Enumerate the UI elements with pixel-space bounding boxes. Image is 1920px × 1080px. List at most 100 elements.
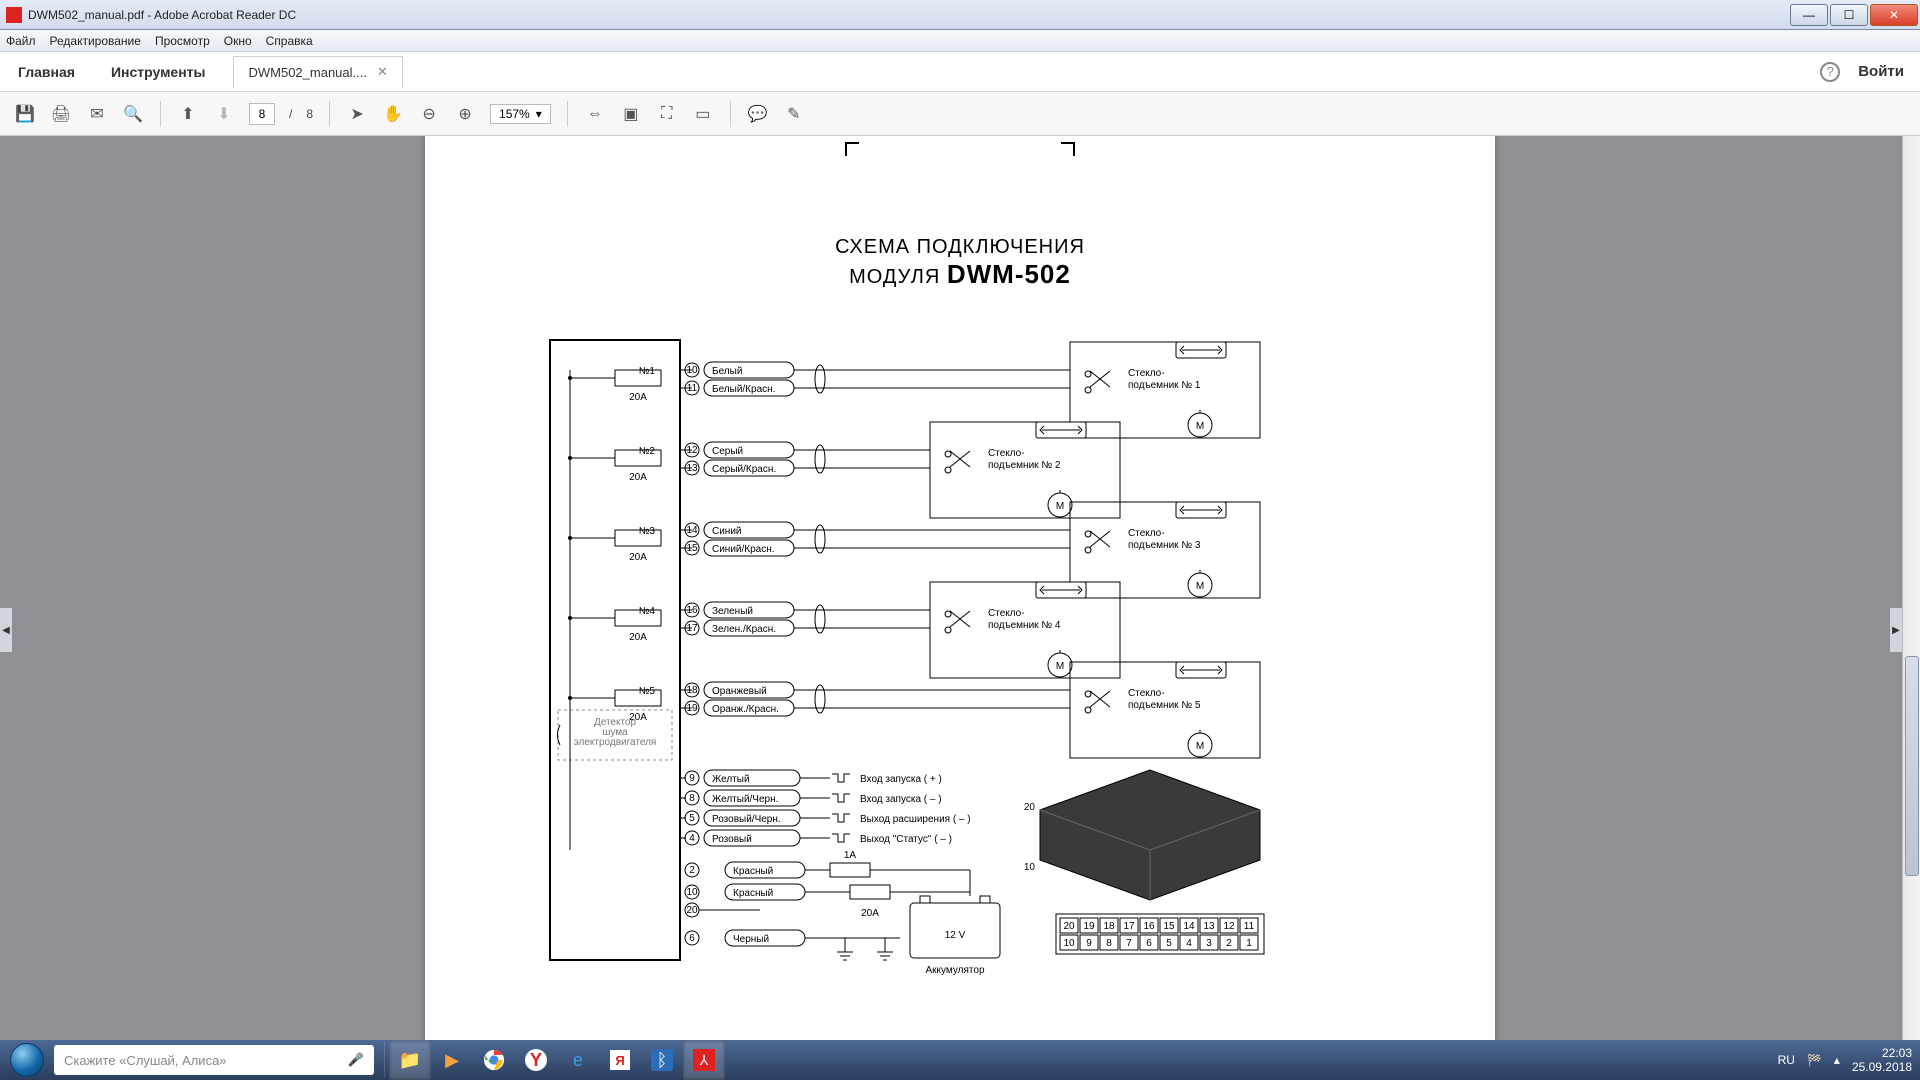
svg-text:M: M xyxy=(1196,741,1204,752)
page-up-icon[interactable]: ⬆ xyxy=(177,103,199,125)
svg-text:6: 6 xyxy=(689,933,695,944)
hand-tool-icon[interactable]: ✋ xyxy=(382,103,404,125)
search-placeholder: Скажите «Слушай, Алиса» xyxy=(64,1053,227,1068)
svg-text:M: M xyxy=(1196,421,1204,432)
vertical-scrollbar[interactable] xyxy=(1902,136,1920,1080)
tray-expand-icon[interactable]: ▴ xyxy=(1834,1053,1840,1067)
tab-tools[interactable]: Инструменты xyxy=(93,52,224,91)
close-button[interactable]: ✕ xyxy=(1870,4,1918,26)
maximize-button[interactable]: ☐ xyxy=(1830,4,1868,26)
system-tray: RU 🏁 ▴ 22:03 25.09.2018 xyxy=(1778,1046,1920,1075)
svg-text:№4: №4 xyxy=(639,606,656,617)
svg-text:№5: №5 xyxy=(639,686,656,697)
tray-flag-icon[interactable]: 🏁 xyxy=(1807,1053,1822,1067)
fit-width-icon[interactable]: ⇔ xyxy=(584,103,606,125)
next-page-chevron[interactable]: ▶ xyxy=(1890,608,1902,652)
svg-text:подъемник № 1: подъемник № 1 xyxy=(1128,380,1201,391)
svg-text:Оранж./Красн.: Оранж./Красн. xyxy=(712,704,779,715)
menu-view[interactable]: Просмотр xyxy=(155,34,210,48)
view-mode-icon[interactable]: ▭ xyxy=(692,103,714,125)
pdf-page: СХЕМА ПОДКЛЮЧЕНИЯ МОДУЛЯ DWM-502 Детекто… xyxy=(425,136,1495,1080)
page-number-input[interactable] xyxy=(249,103,275,125)
document-viewport[interactable]: ◀ СХЕМА ПОДКЛЮЧЕНИЯ МОДУЛЯ DWM-502 Детек… xyxy=(0,136,1920,1080)
svg-text:Стекло-: Стекло- xyxy=(988,448,1025,459)
taskbar-yandex-icon[interactable]: Y xyxy=(515,1040,557,1080)
tab-home[interactable]: Главная xyxy=(0,52,93,91)
comment-icon[interactable]: 💬 xyxy=(747,103,769,125)
svg-text:Красный: Красный xyxy=(733,866,773,877)
login-button[interactable]: Войти xyxy=(1858,63,1904,80)
minimize-button[interactable]: — xyxy=(1790,4,1828,26)
taskbar-media-icon[interactable]: ▶ xyxy=(431,1040,473,1080)
separator xyxy=(730,101,731,127)
svg-text:20A: 20A xyxy=(629,632,647,643)
svg-text:M: M xyxy=(1056,501,1064,512)
email-icon[interactable]: ✉ xyxy=(86,103,108,125)
taskbar-bluetooth-icon[interactable]: ᛒ xyxy=(641,1040,683,1080)
separator xyxy=(384,1042,385,1078)
zoom-in-icon[interactable]: ⊕ xyxy=(454,103,476,125)
taskbar-ya-icon[interactable]: Я xyxy=(599,1040,641,1080)
svg-text:9: 9 xyxy=(1086,938,1092,949)
zoom-out-icon[interactable]: ⊖ xyxy=(418,103,440,125)
save-icon[interactable]: 💾 xyxy=(14,103,36,125)
start-button[interactable] xyxy=(0,1040,54,1080)
svg-text:Выход расширения ( – ): Выход расширения ( – ) xyxy=(860,814,971,825)
svg-text:5: 5 xyxy=(1166,938,1172,949)
svg-text:15: 15 xyxy=(1163,921,1175,932)
svg-text:Красный: Красный xyxy=(733,888,773,899)
svg-text:3: 3 xyxy=(1206,938,1212,949)
zoom-level-select[interactable]: 157%▾ xyxy=(490,104,551,124)
svg-text:Выход "Статус" ( – ): Выход "Статус" ( – ) xyxy=(860,834,952,845)
read-mode-icon[interactable]: ⛶ xyxy=(656,103,678,125)
separator xyxy=(329,101,330,127)
tray-language[interactable]: RU xyxy=(1778,1053,1795,1067)
svg-text:10: 10 xyxy=(1024,862,1036,873)
menu-edit[interactable]: Редактирование xyxy=(50,34,141,48)
wiring-diagram: Детектор шума электродвигателя №120A10Бе… xyxy=(500,290,1420,990)
svg-text:Желтый: Желтый xyxy=(712,774,750,785)
taskbar-explorer-icon[interactable]: 📁 xyxy=(389,1040,431,1080)
svg-text:Аккумулятор: Аккумулятор xyxy=(925,965,984,976)
svg-text:Оранжевый: Оранжевый xyxy=(712,686,767,697)
svg-text:Стекло-: Стекло- xyxy=(988,608,1025,619)
search-icon[interactable]: 🔍 xyxy=(122,103,144,125)
svg-text:20A: 20A xyxy=(861,908,879,919)
menu-window[interactable]: Окно xyxy=(224,34,252,48)
svg-text:Зелен./Красн.: Зелен./Красн. xyxy=(712,624,776,635)
scroll-thumb[interactable] xyxy=(1905,656,1919,876)
svg-text:Синий/Красн.: Синий/Красн. xyxy=(712,544,775,555)
svg-text:Вход запуска ( + ): Вход запуска ( + ) xyxy=(860,774,942,785)
svg-text:Синий: Синий xyxy=(712,526,742,537)
svg-text:электродвигателя: электродвигателя xyxy=(574,737,657,748)
taskbar-acrobat-icon[interactable]: ⅄ xyxy=(683,1040,725,1080)
help-icon[interactable]: ? xyxy=(1820,62,1840,82)
page-down-icon[interactable]: ⬇ xyxy=(213,103,235,125)
microphone-icon[interactable]: 🎤 xyxy=(348,1052,364,1068)
crop-mark xyxy=(1061,142,1075,156)
taskbar-chrome-icon[interactable] xyxy=(473,1040,515,1080)
svg-text:10: 10 xyxy=(1063,938,1075,949)
fit-page-icon[interactable]: ▣ xyxy=(620,103,642,125)
svg-text:12 V: 12 V xyxy=(945,930,966,941)
prev-page-chevron[interactable]: ◀ xyxy=(0,608,12,652)
svg-text:20: 20 xyxy=(686,905,698,916)
close-tab-icon[interactable]: ✕ xyxy=(377,64,388,80)
app-menubar: Файл Редактирование Просмотр Окно Справк… xyxy=(0,30,1920,52)
svg-text:Розовый/Черн.: Розовый/Черн. xyxy=(712,814,781,825)
document-tab[interactable]: DWM502_manual.... ✕ xyxy=(233,56,402,88)
svg-text:Черный: Черный xyxy=(733,934,769,945)
menu-file[interactable]: Файл xyxy=(6,34,36,48)
voice-search-box[interactable]: Скажите «Слушай, Алиса» 🎤 xyxy=(54,1045,374,1075)
svg-text:8: 8 xyxy=(1106,938,1112,949)
tray-clock[interactable]: 22:03 25.09.2018 xyxy=(1852,1046,1912,1075)
svg-text:№1: №1 xyxy=(639,366,656,377)
app-icon xyxy=(6,7,22,23)
menu-help[interactable]: Справка xyxy=(266,34,313,48)
svg-text:Стекло-: Стекло- xyxy=(1128,368,1165,379)
taskbar-ie-icon[interactable]: e xyxy=(557,1040,599,1080)
selection-tool-icon[interactable]: ➤ xyxy=(346,103,368,125)
print-icon[interactable]: 🖨 xyxy=(50,103,72,125)
highlight-icon[interactable]: ✎ xyxy=(783,103,805,125)
diagram-panel: СХЕМА ПОДКЛЮЧЕНИЯ МОДУЛЯ DWM-502 Детекто… xyxy=(480,216,1440,956)
